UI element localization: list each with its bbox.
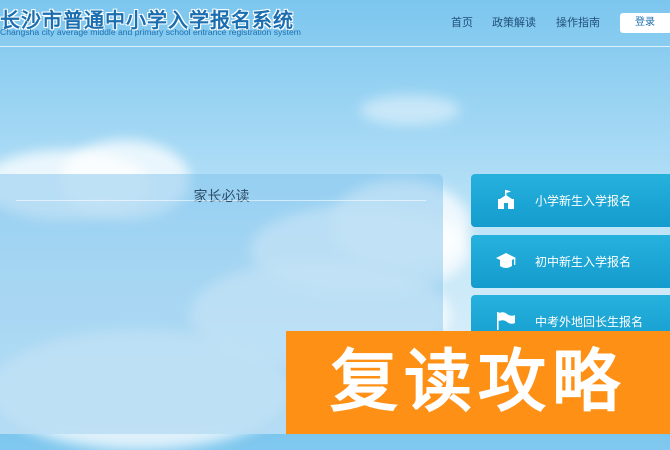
school-building-icon <box>495 189 517 211</box>
nav-home-link[interactable]: 首页 <box>451 14 473 30</box>
login-button[interactable]: 登录 <box>620 13 670 33</box>
menu-label: 小学新生入学报名 <box>535 194 632 208</box>
menu-label: 初中新生入学报名 <box>535 255 632 269</box>
notice-title: 家长必读 <box>193 189 250 205</box>
header: 长沙市普通中小学入学报名系统 Changsha city average mid… <box>0 0 670 47</box>
flag-icon <box>495 310 517 332</box>
nav-policy-link[interactable]: 政策解读 <box>492 14 536 30</box>
primary-school-registration-button[interactable]: 小学新生入学报名 <box>471 174 670 227</box>
graduation-cap-icon <box>495 250 517 272</box>
nav-guide-link[interactable]: 操作指南 <box>556 14 600 30</box>
banner-text: 复读攻略 <box>329 343 626 422</box>
notice-divider <box>16 200 426 201</box>
repeat-study-banner: 复读攻略 <box>286 331 670 434</box>
site-logo-subtitle: Changsha city average middle and primary… <box>0 27 301 37</box>
menu-label: 中考外地回长生报名 <box>535 315 644 329</box>
middle-school-registration-button[interactable]: 初中新生入学报名 <box>471 235 670 288</box>
